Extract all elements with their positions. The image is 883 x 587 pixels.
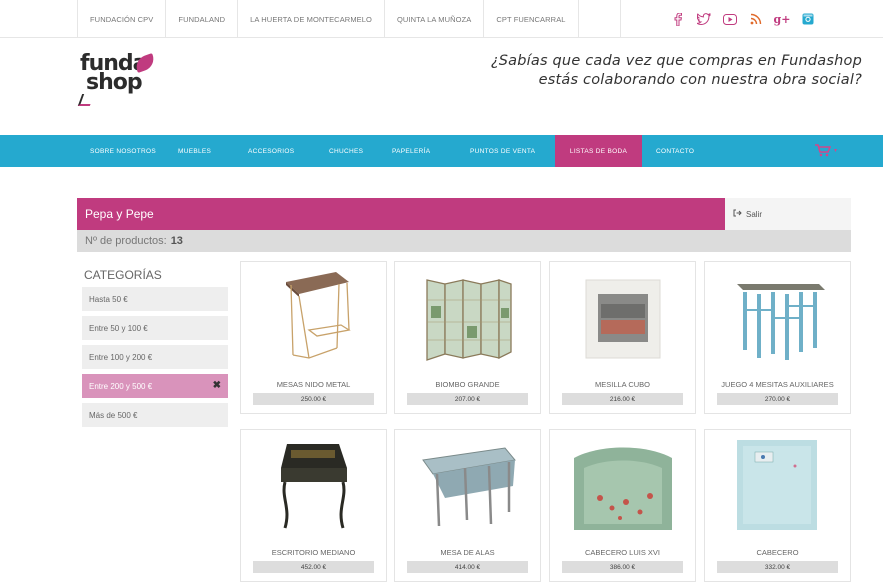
product-price: 386.00 € xyxy=(562,561,683,573)
exit-button[interactable]: Salir xyxy=(725,198,851,230)
product-price: 207.00 € xyxy=(407,393,528,405)
chevron-down-icon[interactable]: ▾ xyxy=(834,147,837,154)
product-card[interactable]: CABECERO LUIS XVI 386.00 € xyxy=(549,429,696,582)
tagline-line-2: estás colaborando con nuestra obra socia… xyxy=(538,72,862,88)
main-nav: SOBRE NOSOTROS MUEBLES ACCESORIOS CHUCHE… xyxy=(0,135,883,167)
top-link-fundacion-cpv[interactable]: FUNDACIÓN CPV xyxy=(77,0,167,38)
logo-mark-icon xyxy=(77,94,95,106)
product-count-value: 13 xyxy=(170,235,183,247)
twitter-icon[interactable] xyxy=(697,12,711,26)
product-image-mesilla-cubo xyxy=(585,279,661,359)
nav-item-muebles[interactable]: MUEBLES xyxy=(178,135,211,167)
top-link-huerta-montecarmelo[interactable]: LA HUERTA DE MONTECARMELO xyxy=(238,0,385,38)
top-link-quinta-munoza[interactable]: QUINTA LA MUÑOZA xyxy=(385,0,485,38)
product-image-cabecero-luis-xvi xyxy=(574,447,672,530)
logo-line-2: shop xyxy=(86,70,143,95)
top-links: FUNDACIÓN CPV FUNDALAND LA HUERTA DE MON… xyxy=(77,0,579,38)
nav-item-listas-de-boda[interactable]: LISTAS DE BODA xyxy=(555,135,642,167)
top-link-fundaland[interactable]: FUNDALAND xyxy=(166,0,239,38)
product-card[interactable]: MESILLA CUBO 216.00 € xyxy=(549,261,696,414)
fundashop-logo[interactable]: funda shop xyxy=(77,53,160,116)
product-price: 270.00 € xyxy=(717,393,838,405)
categories-title: CATEGORÍAS xyxy=(84,268,162,282)
instagram-icon[interactable] xyxy=(801,12,815,26)
product-image-biombo xyxy=(426,279,512,361)
tagline-line-1: ¿Sabías que cada vez que compras en Fund… xyxy=(490,53,862,69)
product-image-mesitas-auxiliares xyxy=(737,284,825,360)
close-icon[interactable]: ✖ xyxy=(213,380,221,391)
category-label: Hasta 50 € xyxy=(89,294,128,304)
category-item[interactable]: Más de 500 € xyxy=(82,403,228,427)
product-image-mesas-nido xyxy=(286,272,351,359)
logo-text: funda shop xyxy=(80,53,147,95)
product-card[interactable]: BIOMBO GRANDE 207.00 € xyxy=(394,261,541,414)
google-plus-icon[interactable]: g+ xyxy=(774,12,791,26)
product-card[interactable]: JUEGO 4 MESITAS AUXILIARES 270.00 € xyxy=(704,261,851,414)
nav-item-puntos-de-venta[interactable]: PUNTOS DE VENTA xyxy=(470,135,535,167)
category-item[interactable]: Hasta 50 € xyxy=(82,287,228,311)
top-bar: FUNDACIÓN CPV FUNDALAND LA HUERTA DE MON… xyxy=(0,0,883,38)
category-label: Más de 500 € xyxy=(89,410,138,420)
category-item[interactable]: Entre 50 y 100 € xyxy=(82,316,228,340)
nav-item-sobre-nosotros[interactable]: SOBRE NOSOTROS xyxy=(90,135,156,167)
list-title: Pepa y Pepe xyxy=(85,207,154,221)
youtube-icon[interactable] xyxy=(723,12,737,26)
category-item[interactable]: Entre 100 y 200 € xyxy=(82,345,228,369)
product-count-label: Nº de productos: xyxy=(85,235,167,247)
nav-item-contacto[interactable]: CONTACTO xyxy=(656,135,694,167)
product-card[interactable]: ESCRITORIO MEDIANO 452.00 € xyxy=(240,429,387,582)
product-image-escritorio xyxy=(281,444,347,529)
nav-item-chuches[interactable]: CHUCHES xyxy=(329,135,363,167)
product-count-bar: Nº de productos: 13 xyxy=(77,230,851,252)
product-price: 216.00 € xyxy=(562,393,683,405)
top-link-cpt-fuencarral[interactable]: CPT FUENCARRAL xyxy=(484,0,579,38)
rss-icon[interactable] xyxy=(749,12,763,26)
social-links: g+ xyxy=(620,0,815,38)
product-card[interactable]: CABECERO 332.00 € xyxy=(704,429,851,582)
sign-out-icon xyxy=(733,209,742,219)
product-card[interactable]: MESAS NIDO METAL 250.00 € xyxy=(240,261,387,414)
nav-item-accesorios[interactable]: ACCESORIOS xyxy=(248,135,294,167)
facebook-icon[interactable] xyxy=(671,12,685,26)
product-image-mesa-alas xyxy=(422,447,516,527)
category-label: Entre 50 y 100 € xyxy=(89,323,148,333)
shopping-cart-icon[interactable] xyxy=(815,144,832,160)
product-price: 414.00 € xyxy=(407,561,528,573)
category-label: Entre 100 y 200 € xyxy=(89,352,153,362)
product-image-cabecero xyxy=(737,440,817,530)
nav-item-papeleria[interactable]: PAPELERÍA xyxy=(392,135,430,167)
product-price: 332.00 € xyxy=(717,561,838,573)
product-price: 452.00 € xyxy=(253,561,374,573)
tagline: ¿Sabías que cada vez que compras en Fund… xyxy=(491,52,862,90)
product-price: 250.00 € xyxy=(253,393,374,405)
exit-label: Salir xyxy=(746,209,763,219)
category-label: Entre 200 y 500 € xyxy=(89,381,153,391)
list-title-bar: Pepa y Pepe xyxy=(77,198,725,230)
category-sidebar: CATEGORÍAS Hasta 50 € Entre 50 y 100 € E… xyxy=(82,265,228,432)
category-item-active[interactable]: Entre 200 y 500 € ✖ xyxy=(82,374,228,398)
product-card[interactable]: MESA DE ALAS 414.00 € xyxy=(394,429,541,582)
